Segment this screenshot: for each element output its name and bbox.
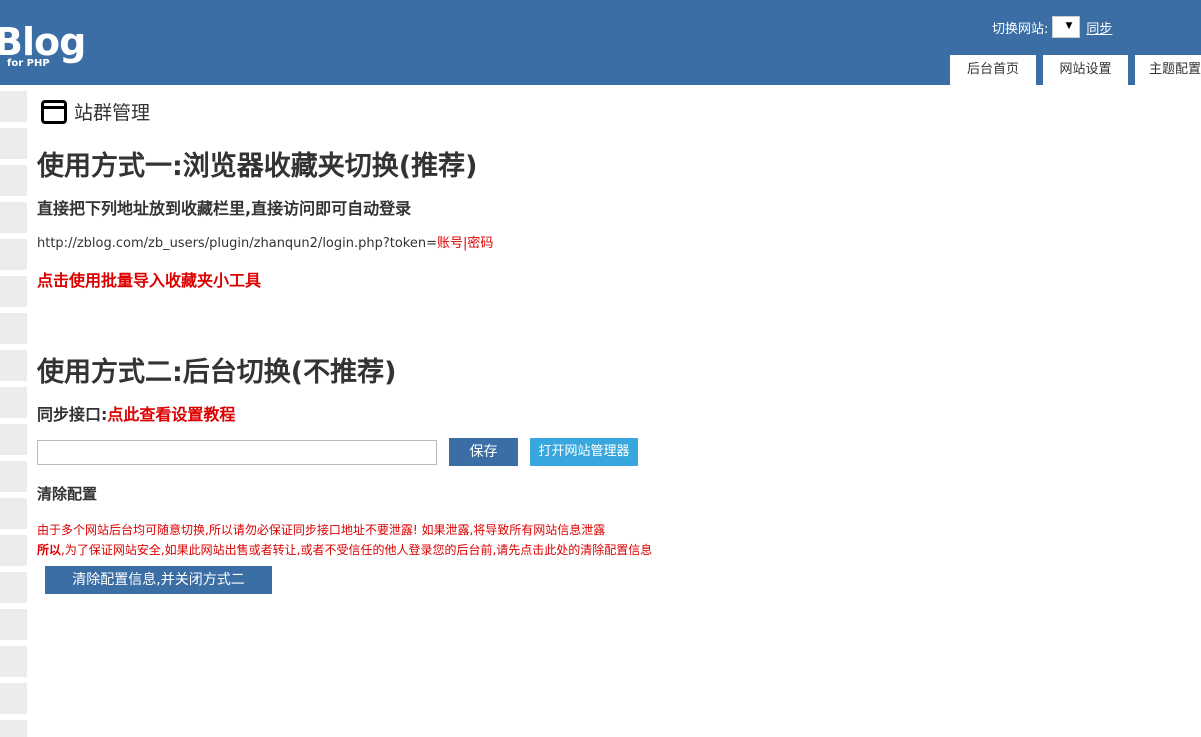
- sidebar-item[interactable]: [0, 387, 27, 418]
- save-button[interactable]: 保存: [449, 438, 518, 466]
- warning-line-2-bold: 所以: [37, 543, 62, 557]
- sidebar-item[interactable]: [0, 461, 27, 492]
- sidebar-item[interactable]: [0, 202, 27, 233]
- tutorial-link[interactable]: 点此查看设置教程: [107, 405, 235, 424]
- sidebar: [0, 85, 27, 737]
- sidebar-item[interactable]: [0, 276, 27, 307]
- site-switcher: 切换网站: ▼ 同步: [992, 15, 1112, 39]
- sync-interface-label: 同步接口:点此查看设置教程: [37, 401, 235, 425]
- warning-line-2-text: ,为了保证网站安全,如果此网站出售或者转让,或者不受信任的他人登录您的后台前,请…: [61, 543, 653, 557]
- sidebar-item[interactable]: [0, 609, 27, 640]
- logo-subtext: for PHP: [7, 58, 50, 69]
- tab-theme-config[interactable]: 主题配置: [1135, 55, 1201, 85]
- sidebar-item[interactable]: [0, 165, 27, 196]
- sync-link[interactable]: 同步: [1086, 18, 1112, 37]
- sidebar-item[interactable]: [0, 313, 27, 344]
- zblog-logo[interactable]: Blog for PHP: [0, 20, 86, 69]
- sidebar-item[interactable]: [0, 646, 27, 677]
- method1-subheading: 直接把下列地址放到收藏栏里,直接访问即可自动登录: [37, 199, 412, 218]
- tab-dashboard[interactable]: 后台首页: [950, 55, 1036, 85]
- top-header: Blog for PHP 切换网站: ▼ 同步 后台首页 网站设置 主题配置: [0, 0, 1201, 85]
- login-url-password: 密码: [467, 236, 494, 251]
- site-switch-label: 切换网站:: [992, 21, 1049, 37]
- bookmark-import-tool-link[interactable]: 点击使用批量导入收藏夹小工具: [37, 267, 261, 291]
- page-title-text: 站群管理: [74, 102, 151, 124]
- login-url: http://zblog.com/zb_users/plugin/zhanqun…: [37, 232, 493, 251]
- dropdown-arrow-icon: ▼: [1065, 21, 1073, 31]
- sidebar-item[interactable]: [0, 720, 27, 737]
- sidebar-item[interactable]: [0, 498, 27, 529]
- login-url-prefix: http://zblog.com/zb_users/plugin/zhanqun…: [37, 236, 438, 251]
- page-title: 站群管理: [37, 98, 150, 125]
- sidebar-item[interactable]: [0, 128, 27, 159]
- clear-config-button[interactable]: 清除配置信息,并关闭方式二: [45, 566, 272, 594]
- warning-line-2: 所以,为了保证网站安全,如果此网站出售或者转让,或者不受信任的他人登录您的后台前…: [37, 541, 652, 558]
- method1-heading: 使用方式一:浏览器收藏夹切换(推荐): [37, 151, 478, 182]
- sidebar-item[interactable]: [0, 91, 27, 122]
- sidebar-item[interactable]: [0, 239, 27, 270]
- sidebar-item[interactable]: [0, 350, 27, 381]
- logo-text: Blog: [0, 20, 86, 64]
- warning-line-1: 由于多个网站后台均可随意切换,所以请勿必保证同步接口地址不要泄露! 如果泄露,将…: [37, 523, 606, 537]
- sync-interface-input[interactable]: [37, 440, 437, 465]
- window-icon: [41, 99, 67, 124]
- open-site-manager-button[interactable]: 打开网站管理器: [530, 438, 638, 466]
- sidebar-item[interactable]: [0, 683, 27, 714]
- sidebar-item[interactable]: [0, 572, 27, 603]
- sync-interface-text: 同步接口:: [37, 405, 108, 424]
- sidebar-item[interactable]: [0, 535, 27, 566]
- method2-heading: 使用方式二:后台切换(不推荐): [37, 357, 397, 388]
- login-url-account: 账号: [437, 236, 464, 251]
- site-select[interactable]: ▼: [1052, 16, 1081, 38]
- clear-config-heading: 清除配置: [37, 485, 98, 503]
- sidebar-item[interactable]: [0, 424, 27, 455]
- tab-site-settings[interactable]: 网站设置: [1043, 55, 1128, 85]
